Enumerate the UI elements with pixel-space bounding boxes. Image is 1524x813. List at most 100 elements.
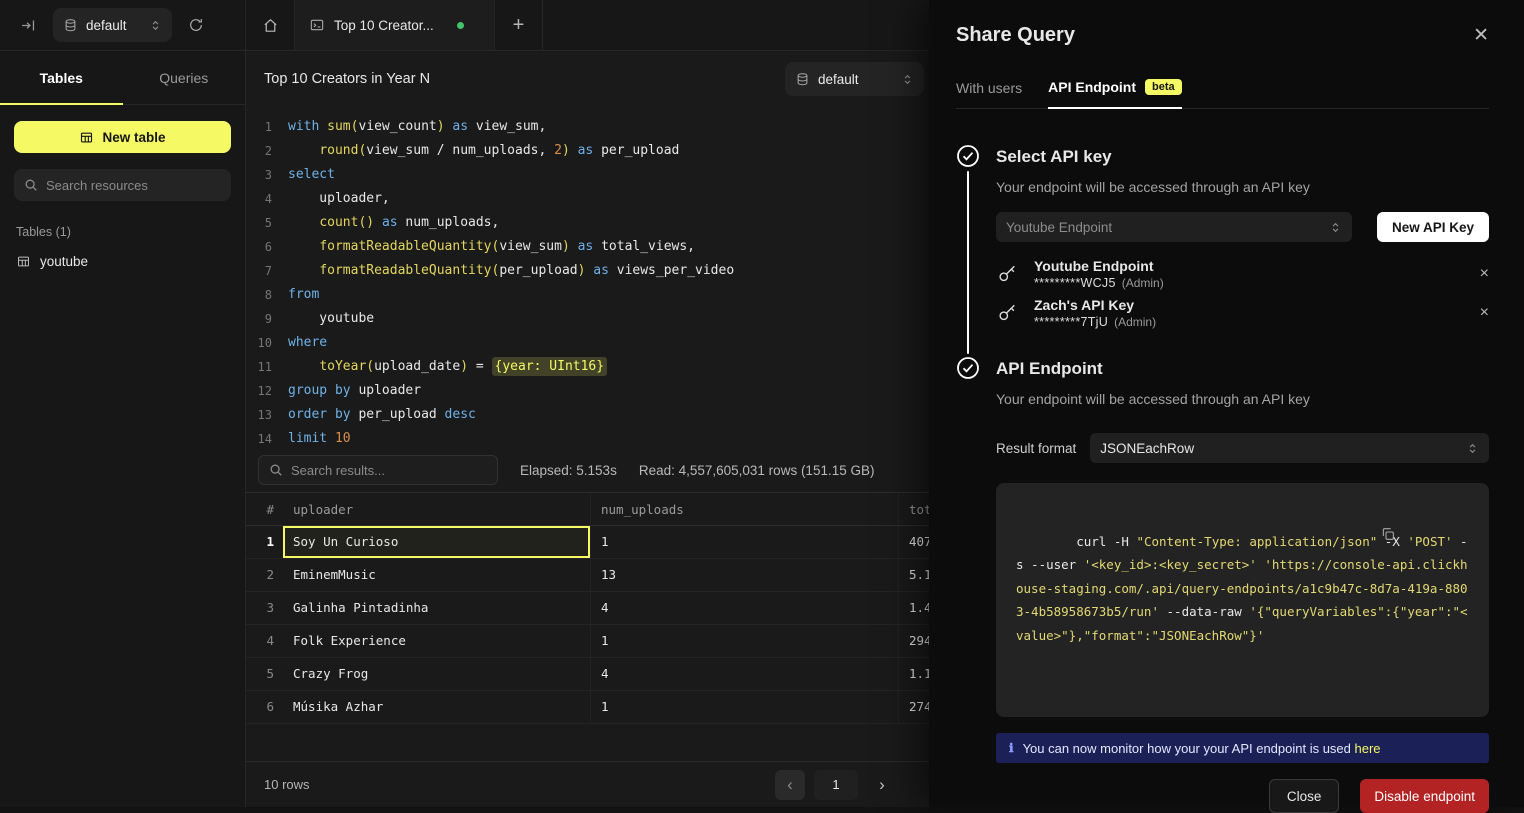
step-connector-line [967,171,969,354]
curl-code-block: curl -H "Content-Type: application/json"… [996,483,1489,717]
cell-index[interactable]: 2 [246,559,283,591]
page-number[interactable]: 1 [814,770,858,800]
column-header-uploader[interactable]: uploader [283,493,591,525]
line-number: 1 [246,115,272,139]
result-format-value: JSONEachRow [1100,441,1194,456]
api-key-name: Youtube Endpoint [1034,258,1164,274]
column-header-num-uploads[interactable]: num_uploads [591,493,899,525]
tab-api-endpoint-label: API Endpoint [1048,79,1136,95]
line-number: 4 [246,187,272,211]
pagination: ‹ 1 › [775,770,897,800]
new-api-key-button[interactable]: New API Key [1377,212,1489,242]
topbar-left: default [0,0,246,50]
refresh-icon [188,17,204,33]
copy-icon [1380,496,1476,572]
share-tabs: With users API Endpoint beta [956,79,1489,109]
cell-uploader[interactable]: Galinha Pintadinha [283,592,591,624]
column-header-index[interactable]: # [246,493,283,525]
line-number: 8 [246,283,272,307]
api-key-item[interactable]: Zach's API Key*********7TjU(Admin)× [996,297,1489,329]
line-number: 9 [246,307,272,331]
search-results-input[interactable] [291,463,487,478]
tab-queries[interactable]: Queries [123,51,246,104]
tab-strip: Top 10 Creator... + [246,0,543,50]
query-tab[interactable]: Top 10 Creator... [295,0,495,50]
cell-index[interactable]: 6 [246,691,283,723]
tab-tables[interactable]: Tables [0,51,123,104]
tab-with-users[interactable]: With users [956,79,1022,108]
result-format-select[interactable]: JSONEachRow [1090,433,1489,463]
step-api-endpoint: API Endpoint Your endpoint will be acces… [956,359,1489,763]
cell-num-uploads[interactable]: 4 [591,592,899,624]
search-resources-input[interactable] [46,178,221,193]
collapse-sidebar-icon [20,17,37,34]
database-icon [63,18,78,33]
copy-button[interactable] [1380,496,1476,572]
sidebar-search [14,169,231,201]
refresh-button[interactable] [184,13,208,37]
api-key-select[interactable]: Youtube Endpoint [996,212,1352,242]
api-key-role: (Admin) [1114,315,1156,329]
step-check-icon [956,356,980,380]
remove-key-button[interactable]: × [1480,265,1489,283]
result-format-label: Result format [996,441,1076,456]
key-controls: Youtube Endpoint New API Key [996,212,1489,242]
home-tab-button[interactable] [246,0,295,50]
cell-uploader[interactable]: Crazy Frog [283,658,591,690]
chevron-updown-icon [1466,442,1479,455]
remove-key-button[interactable]: × [1480,304,1489,322]
line-number: 11 [246,355,272,379]
close-panel-button[interactable]: ✕ [1473,26,1489,45]
cell-num-uploads[interactable]: 1 [591,691,899,723]
sidebar: Tables Queries New table Tables (1) yout… [0,51,246,807]
query-database-selector[interactable]: default [785,62,924,96]
cell-index[interactable]: 3 [246,592,283,624]
step-select-api-key: Select API key Your endpoint will be acc… [956,147,1489,357]
cell-num-uploads[interactable]: 1 [591,625,899,657]
line-number: 7 [246,259,272,283]
cell-uploader[interactable]: EminemMusic [283,559,591,591]
line-number: 6 [246,235,272,259]
api-key-select-value: Youtube Endpoint [1006,220,1112,235]
share-body: Select API key Your endpoint will be acc… [956,147,1489,763]
cell-uploader[interactable]: Músika Azhar [283,691,591,723]
cell-num-uploads[interactable]: 1 [591,526,899,558]
line-number: 3 [246,163,272,187]
cell-uploader[interactable]: Soy Un Curioso [283,526,591,558]
query-database-value: default [818,72,859,87]
collapse-sidebar-button[interactable] [16,13,41,38]
new-tab-button[interactable]: + [495,0,543,50]
step2-title: API Endpoint [996,359,1489,379]
next-page-button[interactable]: › [867,770,897,800]
key-icon [996,302,1020,324]
step2-subtitle: Your endpoint will be accessed through a… [996,391,1489,407]
api-key-role: (Admin) [1122,276,1164,290]
cell-index[interactable]: 5 [246,658,283,690]
rows-read: Read: 4,557,605,031 rows (151.15 GB) [639,463,875,478]
cell-index[interactable]: 1 [246,526,283,558]
result-format-row: Result format JSONEachRow [996,433,1489,463]
api-key-item[interactable]: Youtube Endpoint*********WCJ5(Admin)× [996,258,1489,290]
disable-endpoint-button[interactable]: Disable endpoint [1360,779,1489,813]
table-icon [79,130,94,145]
search-icon [269,463,283,477]
close-button[interactable]: Close [1269,779,1340,813]
banner-here-link[interactable]: here [1355,741,1381,756]
query-tab-title: Top 10 Creator... [334,18,434,33]
cell-index[interactable]: 4 [246,625,283,657]
share-header: Share Query ✕ [956,0,1489,47]
cell-num-uploads[interactable]: 13 [591,559,899,591]
query-parameter-chip[interactable]: {year: UInt16} [492,357,608,376]
database-selector[interactable]: default [53,8,172,42]
cell-uploader[interactable]: Folk Experience [283,625,591,657]
banner-text: You can now monitor how your your API en… [1023,741,1355,756]
cell-num-uploads[interactable]: 4 [591,658,899,690]
previous-page-button[interactable]: ‹ [775,770,805,800]
tab-with-users-label: With users [956,80,1022,96]
sidebar-item-youtube[interactable]: youtube [16,254,229,269]
table-icon [16,254,31,269]
chevron-updown-icon [149,19,162,32]
line-number: 12 [246,379,272,403]
tab-api-endpoint[interactable]: API Endpoint beta [1048,79,1182,109]
new-table-button[interactable]: New table [14,121,231,153]
